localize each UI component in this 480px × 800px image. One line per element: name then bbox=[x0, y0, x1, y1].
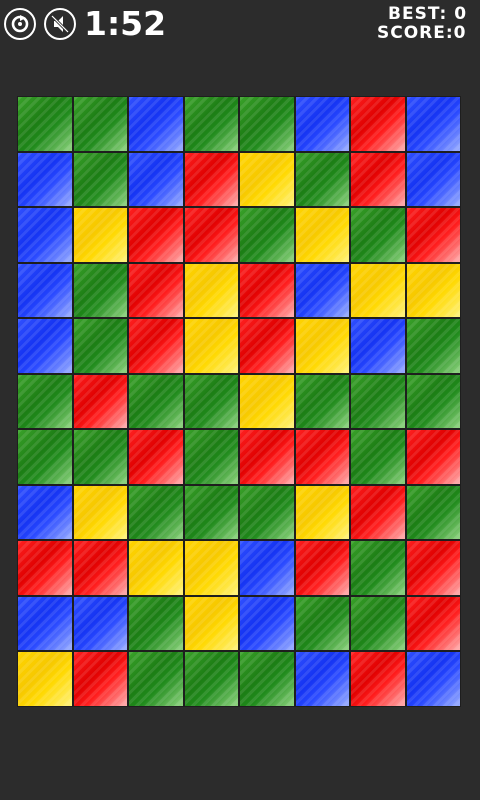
tile-green[interactable] bbox=[239, 96, 295, 152]
tile-blue[interactable] bbox=[17, 207, 73, 263]
tile-red[interactable] bbox=[183, 207, 239, 263]
tile-green[interactable] bbox=[72, 318, 128, 374]
tile-yellow[interactable] bbox=[183, 595, 239, 651]
tile-blue[interactable] bbox=[17, 318, 73, 374]
tile-blue[interactable] bbox=[294, 651, 350, 707]
tile-red[interactable] bbox=[17, 540, 73, 596]
tile-blue[interactable] bbox=[128, 151, 184, 207]
tile-green[interactable] bbox=[72, 96, 128, 152]
tile-green[interactable] bbox=[350, 540, 406, 596]
tile-yellow[interactable] bbox=[294, 484, 350, 540]
tile-blue[interactable] bbox=[17, 262, 73, 318]
tile-red[interactable] bbox=[183, 151, 239, 207]
tile-green[interactable] bbox=[183, 373, 239, 429]
tile-green[interactable] bbox=[405, 373, 461, 429]
tile-yellow[interactable] bbox=[405, 262, 461, 318]
tile-red[interactable] bbox=[239, 262, 295, 318]
tile-green[interactable] bbox=[128, 651, 184, 707]
tile-red[interactable] bbox=[405, 540, 461, 596]
tile-green[interactable] bbox=[350, 373, 406, 429]
tile-blue[interactable] bbox=[294, 96, 350, 152]
tile-blue[interactable] bbox=[239, 595, 295, 651]
tile-blue[interactable] bbox=[17, 595, 73, 651]
tile-red[interactable] bbox=[72, 651, 128, 707]
restart-button[interactable] bbox=[4, 8, 36, 40]
tile-green[interactable] bbox=[294, 595, 350, 651]
tile-yellow[interactable] bbox=[183, 540, 239, 596]
tile-blue[interactable] bbox=[350, 318, 406, 374]
tile-green[interactable] bbox=[17, 373, 73, 429]
tile-yellow[interactable] bbox=[72, 207, 128, 263]
tile-yellow[interactable] bbox=[294, 318, 350, 374]
tile-red[interactable] bbox=[128, 318, 184, 374]
tile-red[interactable] bbox=[72, 373, 128, 429]
tile-green[interactable] bbox=[128, 595, 184, 651]
tile-yellow[interactable] bbox=[294, 207, 350, 263]
tile-green[interactable] bbox=[183, 429, 239, 485]
tile-blue[interactable] bbox=[405, 151, 461, 207]
tile-red[interactable] bbox=[350, 651, 406, 707]
current-score: SCORE:0 bbox=[377, 23, 467, 43]
tile-blue[interactable] bbox=[294, 262, 350, 318]
restart-icon bbox=[11, 15, 29, 33]
tile-blue[interactable] bbox=[17, 151, 73, 207]
tile-yellow[interactable] bbox=[350, 262, 406, 318]
tile-red[interactable] bbox=[128, 262, 184, 318]
tile-green[interactable] bbox=[294, 373, 350, 429]
tile-red[interactable] bbox=[350, 151, 406, 207]
tile-red[interactable] bbox=[239, 429, 295, 485]
game-screen: 1:52 BEST: 0 SCORE:0 bbox=[0, 0, 480, 800]
tile-red[interactable] bbox=[350, 484, 406, 540]
tile-red[interactable] bbox=[294, 429, 350, 485]
tile-red[interactable] bbox=[294, 540, 350, 596]
tile-red[interactable] bbox=[239, 318, 295, 374]
tile-yellow[interactable] bbox=[183, 262, 239, 318]
tile-green[interactable] bbox=[128, 484, 184, 540]
tile-green[interactable] bbox=[405, 318, 461, 374]
tile-green[interactable] bbox=[72, 262, 128, 318]
tile-red[interactable] bbox=[350, 96, 406, 152]
best-score: BEST: 0 bbox=[388, 4, 468, 24]
tile-green[interactable] bbox=[17, 429, 73, 485]
tile-green[interactable] bbox=[183, 484, 239, 540]
tile-red[interactable] bbox=[405, 595, 461, 651]
tile-green[interactable] bbox=[239, 207, 295, 263]
tile-green[interactable] bbox=[239, 651, 295, 707]
timer: 1:52 bbox=[84, 4, 167, 43]
tile-yellow[interactable] bbox=[239, 373, 295, 429]
tile-green[interactable] bbox=[72, 429, 128, 485]
tile-green[interactable] bbox=[128, 373, 184, 429]
tile-yellow[interactable] bbox=[128, 540, 184, 596]
tile-blue[interactable] bbox=[128, 96, 184, 152]
tile-blue[interactable] bbox=[239, 540, 295, 596]
hud-bar: 1:52 BEST: 0 SCORE:0 bbox=[0, 0, 480, 48]
game-board bbox=[17, 96, 461, 707]
tile-yellow[interactable] bbox=[17, 651, 73, 707]
tile-red[interactable] bbox=[405, 207, 461, 263]
sound-muted-icon bbox=[50, 14, 70, 34]
tile-green[interactable] bbox=[350, 207, 406, 263]
tile-blue[interactable] bbox=[405, 96, 461, 152]
tile-green[interactable] bbox=[350, 595, 406, 651]
tile-green[interactable] bbox=[294, 151, 350, 207]
tile-yellow[interactable] bbox=[239, 151, 295, 207]
tile-green[interactable] bbox=[239, 484, 295, 540]
tile-green[interactable] bbox=[183, 96, 239, 152]
tile-red[interactable] bbox=[128, 429, 184, 485]
tile-blue[interactable] bbox=[405, 651, 461, 707]
tile-yellow[interactable] bbox=[72, 484, 128, 540]
tile-green[interactable] bbox=[72, 151, 128, 207]
tile-blue[interactable] bbox=[72, 595, 128, 651]
tile-green[interactable] bbox=[17, 96, 73, 152]
tile-green[interactable] bbox=[350, 429, 406, 485]
tile-red[interactable] bbox=[405, 429, 461, 485]
sound-toggle-button[interactable] bbox=[44, 8, 76, 40]
tile-blue[interactable] bbox=[17, 484, 73, 540]
tile-red[interactable] bbox=[72, 540, 128, 596]
tile-green[interactable] bbox=[183, 651, 239, 707]
tile-yellow[interactable] bbox=[183, 318, 239, 374]
tile-green[interactable] bbox=[405, 484, 461, 540]
tile-red[interactable] bbox=[128, 207, 184, 263]
